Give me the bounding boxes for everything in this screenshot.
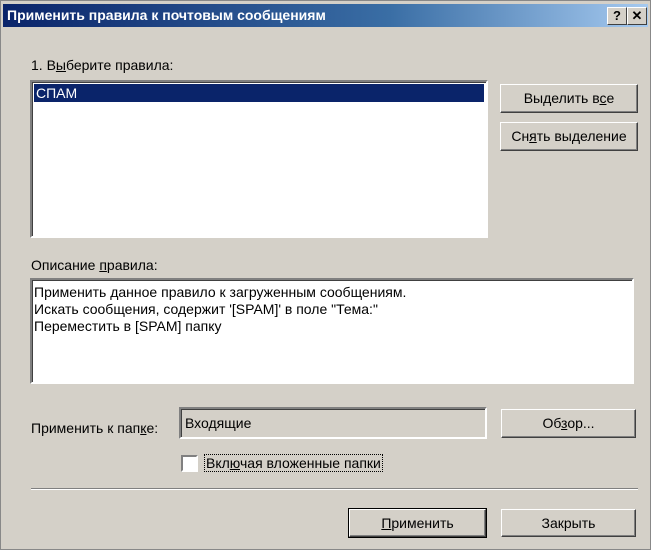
title-bar: Применить правила к почтовым сообщениям … (3, 4, 648, 27)
description-line: Применить данное правило к загруженным с… (34, 284, 407, 300)
description-line: Переместить в [SPAM] папку (34, 318, 222, 334)
rules-label: 1. Выберите правила: (31, 57, 174, 73)
folder-field: Входящие (179, 407, 487, 439)
separator (31, 488, 638, 490)
help-icon: ? (613, 8, 621, 23)
description-label: Описание правила: (31, 257, 158, 273)
folder-value: Входящие (185, 415, 252, 431)
help-button[interactable]: ? (607, 7, 627, 25)
deselect-button[interactable]: Снять выделение (500, 122, 638, 151)
apply-button[interactable]: Применить (348, 508, 487, 538)
rule-description-box[interactable]: Применить данное правило к загруженным с… (30, 278, 634, 384)
include-subfolders-checkbox[interactable] (181, 455, 198, 472)
close-window-button[interactable]: ✕ (627, 7, 647, 25)
dialog-title: Применить правила к почтовым сообщениям (7, 7, 326, 23)
select-all-button[interactable]: Выделить все (500, 84, 638, 113)
rules-listbox[interactable]: СПАМ (30, 80, 488, 238)
include-subfolders-label[interactable]: Включая вложенные папки (204, 454, 383, 472)
folder-label: Применить к папке: (31, 420, 159, 436)
apply-rules-dialog: Применить правила к почтовым сообщениям … (0, 0, 651, 550)
description-line: Искать сообщения, содержит '[SPAM]' в по… (34, 301, 378, 317)
close-icon: ✕ (631, 8, 643, 23)
close-button[interactable]: Закрыть (501, 509, 636, 537)
rule-item-spam[interactable]: СПАМ (34, 84, 484, 102)
browse-button[interactable]: Обзор... (501, 409, 636, 438)
